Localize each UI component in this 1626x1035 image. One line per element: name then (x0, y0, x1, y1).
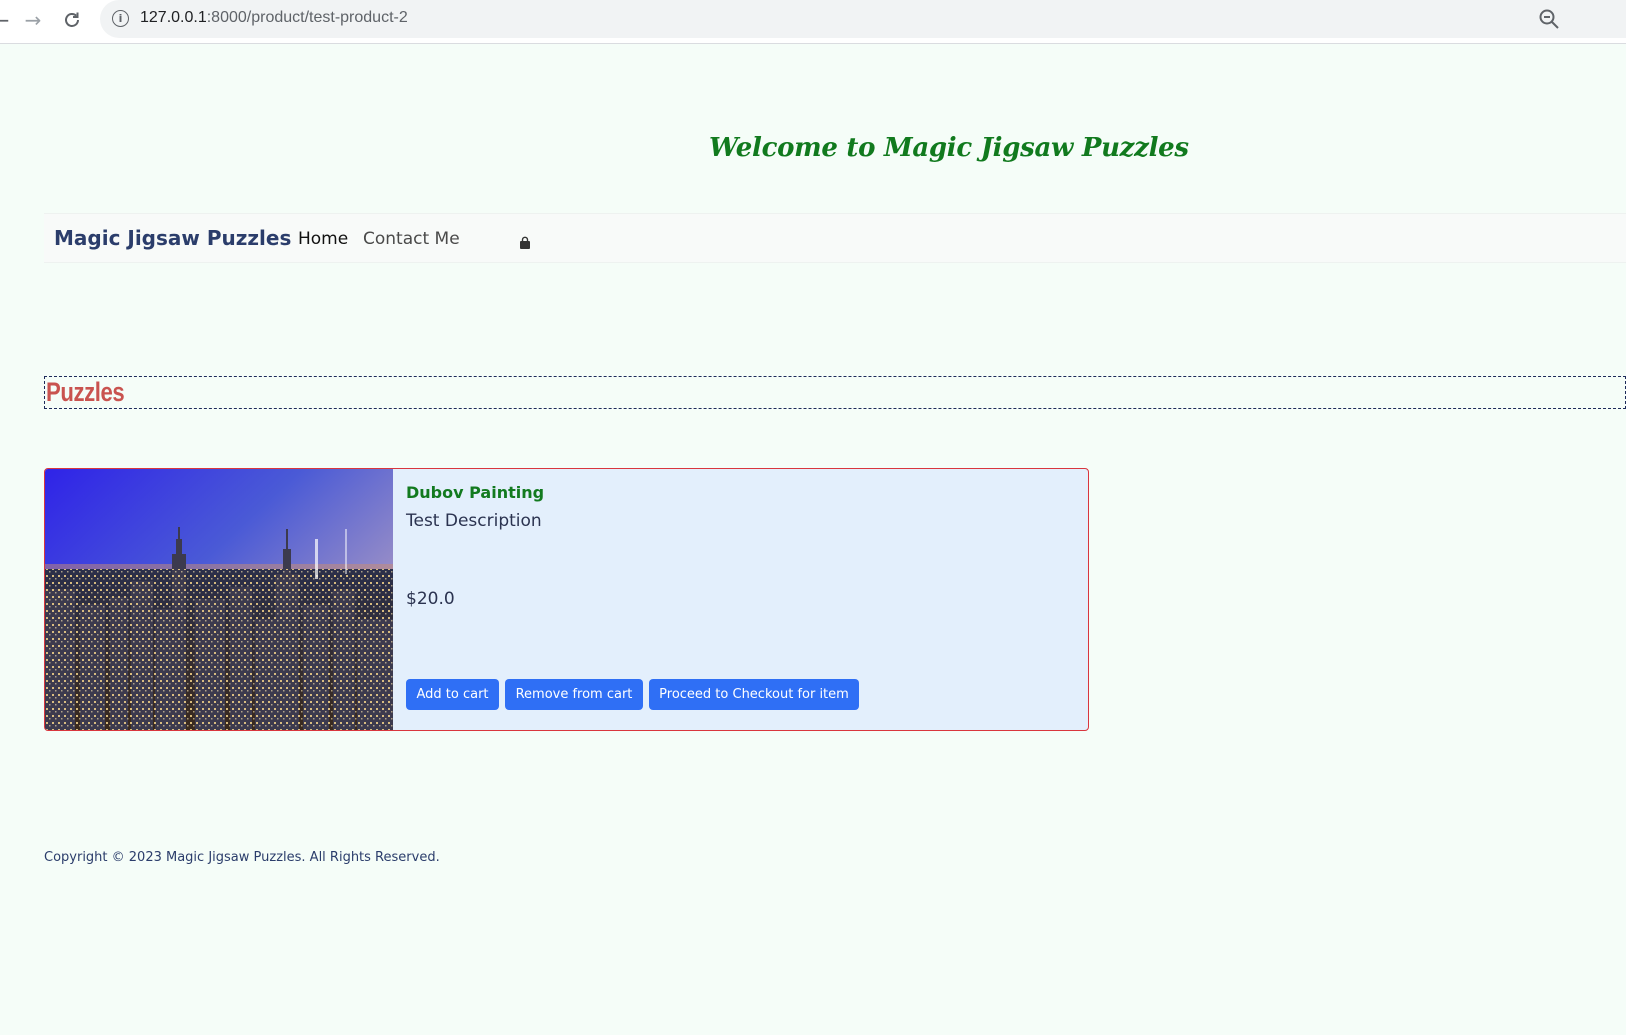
url-host: 127.0.0.1 (140, 9, 207, 26)
add-to-cart-button[interactable]: Add to cart (406, 679, 499, 710)
product-price: $20.0 (406, 589, 455, 609)
remove-from-cart-button[interactable]: Remove from cart (505, 679, 643, 710)
footer-copyright: Copyright © 2023 Magic Jigsaw Puzzles. A… (44, 850, 440, 865)
product-title[interactable]: Dubov Painting (406, 483, 544, 502)
url-text[interactable]: 127.0.0.1:8000/product/test-product-2 (140, 9, 408, 27)
site-info-icon[interactable]: i (112, 10, 129, 27)
reload-icon[interactable] (57, 5, 87, 35)
browser-toolbar: ← → i 127.0.0.1:8000/product/test-produc… (0, 0, 1626, 44)
checkout-button[interactable]: Proceed to Checkout for item (649, 679, 859, 710)
zoom-icon[interactable] (1537, 7, 1561, 31)
section-title: Puzzles (46, 377, 125, 407)
shopping-bag-icon[interactable] (518, 235, 532, 249)
product-description: Test Description (406, 511, 542, 531)
city-skyline-image (45, 469, 393, 730)
nav-link-contact[interactable]: Contact Me (363, 229, 460, 249)
product-card: Dubov Painting Test Description $20.0 Ad… (44, 468, 1089, 731)
url-path: :8000/product/test-product-2 (206, 9, 408, 26)
navbar-brand[interactable]: Magic Jigsaw Puzzles (54, 226, 291, 250)
forward-arrow-icon[interactable]: → (18, 5, 48, 35)
site-navbar: Magic Jigsaw Puzzles Home Contact Me (44, 213, 1626, 263)
section-title-box: Puzzles (44, 376, 1626, 409)
nav-link-home[interactable]: Home (298, 229, 348, 249)
back-arrow-icon[interactable]: ← (0, 5, 16, 35)
welcome-heading: Welcome to Magic Jigsaw Puzzles (709, 133, 1189, 163)
address-bar[interactable]: i 127.0.0.1:8000/product/test-product-2 (100, 0, 1626, 38)
